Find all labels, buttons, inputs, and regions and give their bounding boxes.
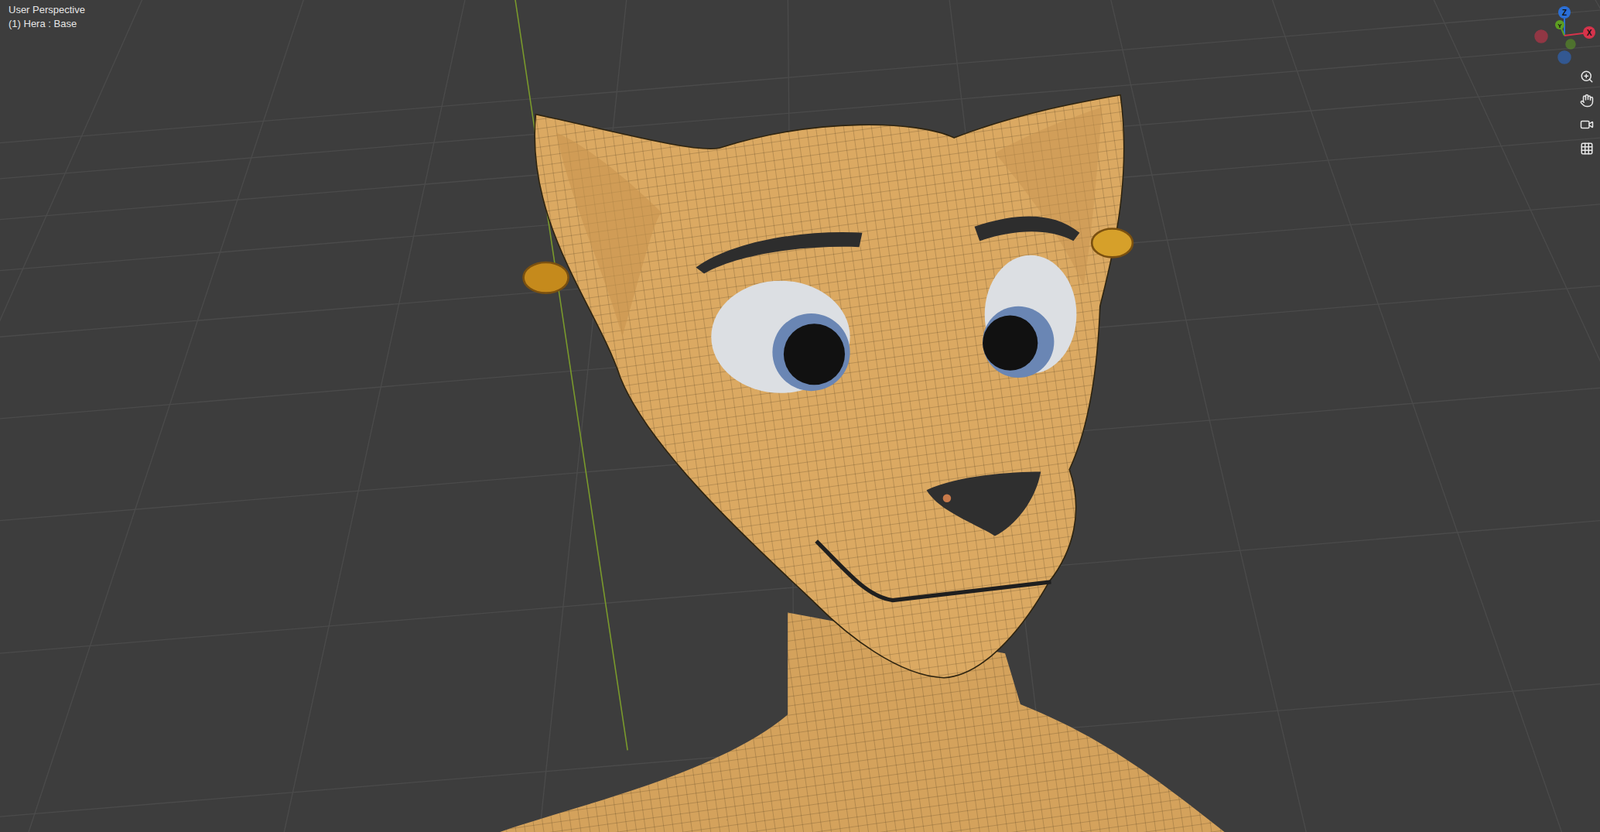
svg-text:Z: Z <box>1562 8 1567 18</box>
left-earring <box>523 262 569 294</box>
character-model[interactable] <box>499 95 1224 832</box>
hand-icon <box>1579 93 1594 108</box>
nav-button[interactable] <box>1578 68 1596 86</box>
svg-text:Y: Y <box>1557 22 1563 30</box>
zoom-icon <box>1579 69 1594 84</box>
right-eye <box>982 255 1077 378</box>
view-name: User Perspective <box>8 3 86 18</box>
nose <box>926 471 1042 536</box>
axis-handle[interactable]: X <box>1535 26 1596 43</box>
left-eye <box>711 280 850 394</box>
viewport-info: User Perspective(1) Hera : Base <box>8 3 86 31</box>
navigation-tools <box>1578 68 1596 158</box>
floor-grid <box>0 0 1600 832</box>
right-earring <box>1091 228 1133 257</box>
axis-gizmo[interactable]: ZY X <box>1522 0 1600 70</box>
object-name: (1) Hera : Base <box>8 17 86 31</box>
svg-text:X: X <box>1586 28 1593 38</box>
nav-button[interactable] <box>1578 92 1596 110</box>
nav-button[interactable] <box>1578 140 1596 158</box>
camera-icon <box>1579 117 1594 132</box>
scene <box>0 0 1600 832</box>
grid-icon <box>1579 141 1594 156</box>
viewport[interactable]: User Perspective(1) Hera : Base ZY X <box>0 0 1600 832</box>
nav-button[interactable] <box>1578 116 1596 134</box>
